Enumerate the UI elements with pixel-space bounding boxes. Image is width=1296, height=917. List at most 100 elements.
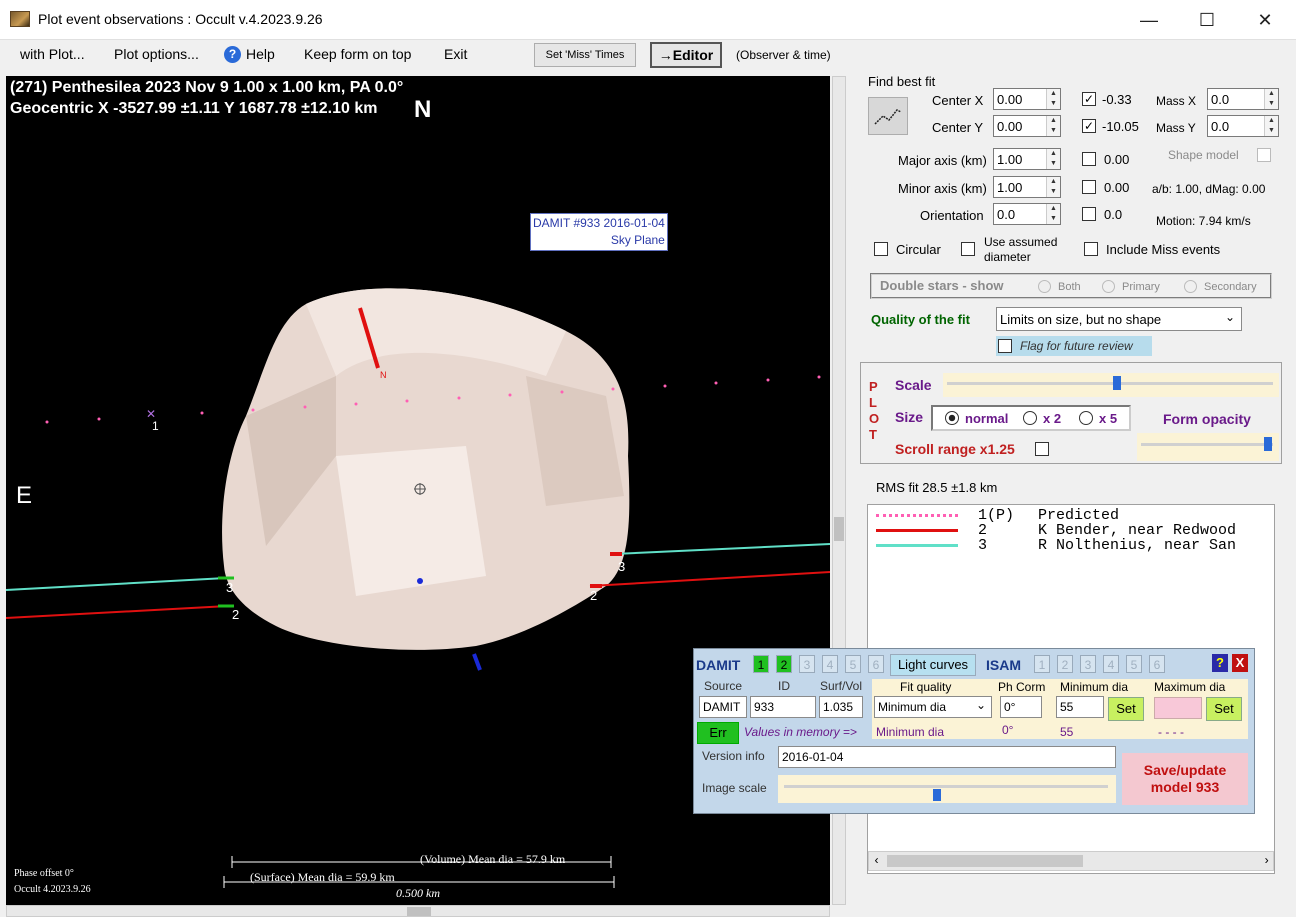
mem-mindia: 55 — [1060, 725, 1074, 739]
mem-phcorr: 0° — [1002, 723, 1014, 737]
isam-model-3-button[interactable]: 3 — [1080, 655, 1096, 673]
chord-2-label-left: 2 — [232, 607, 239, 622]
shape-model-checkbox[interactable] — [1257, 148, 1271, 162]
isam-model-4-button[interactable]: 4 — [1103, 655, 1119, 673]
primary-radio[interactable] — [1102, 280, 1115, 293]
flag-review-checkbox[interactable] — [998, 339, 1012, 353]
fit-quality-select[interactable]: Minimum dia ⌄ — [874, 696, 992, 718]
center-y-checkbox[interactable]: ✓ — [1082, 119, 1096, 133]
minor-axis-label: Minor axis (km) — [898, 181, 987, 196]
include-miss-checkbox[interactable] — [1084, 242, 1098, 256]
scroll-range-checkbox[interactable] — [1035, 442, 1049, 456]
flag-review-group: Flag for future review — [996, 336, 1152, 356]
damit-model-6-button[interactable]: 6 — [868, 655, 884, 673]
size-x2-radio[interactable] — [1023, 411, 1037, 425]
source-field[interactable]: DAMIT — [699, 696, 747, 718]
major-axis-checkbox[interactable] — [1082, 152, 1096, 166]
maxdia-field[interactable] — [1154, 697, 1202, 719]
isam-model-1-button[interactable]: 1 — [1034, 655, 1050, 673]
damit-label-line2: Sky Plane — [610, 233, 665, 247]
editor-button[interactable]: →Editor — [650, 42, 722, 68]
both-radio[interactable] — [1038, 280, 1051, 293]
id-header: ID — [778, 679, 790, 693]
legend-horizontal-scrollbar[interactable]: ‹ › — [868, 851, 1274, 871]
mass-x-input[interactable]: 0.0 ▲ ▼ — [1207, 88, 1279, 110]
id-field[interactable]: 933 — [750, 696, 816, 718]
size-x5-radio[interactable] — [1079, 411, 1093, 425]
fit-quality-header: Fit quality — [900, 680, 952, 694]
center-x-input[interactable]: 0.00 ▲ ▼ — [993, 88, 1061, 110]
version-label: Occult 4.2023.9.26 — [14, 884, 91, 895]
minor-axis-input[interactable]: 1.00 ▲ ▼ — [993, 176, 1061, 198]
menu-keep-on-top[interactable]: Keep form on top — [304, 46, 411, 62]
isam-model-5-button[interactable]: 5 — [1126, 655, 1142, 673]
menu-exit[interactable]: Exit — [444, 46, 467, 62]
minimize-button[interactable]: — — [1120, 0, 1178, 40]
legend-row: 2K Bender, near Redwood — [874, 522, 1274, 539]
scroll-left-icon[interactable]: ‹ — [873, 854, 880, 868]
mass-y-input[interactable]: 0.0 ▲ ▼ — [1207, 115, 1279, 137]
center-y-input[interactable]: 0.00 ▲ ▼ — [993, 115, 1061, 137]
close-button[interactable]: ✕ — [1236, 0, 1294, 40]
damit-model-2-button[interactable]: 2 — [776, 655, 792, 673]
maximize-button[interactable]: ☐ — [1178, 0, 1236, 40]
set-mindia-button[interactable]: Set — [1108, 697, 1144, 721]
menu-help[interactable]: Help — [246, 46, 275, 62]
light-curves-button[interactable]: Light curves — [890, 654, 976, 676]
orientation-checkbox[interactable] — [1082, 207, 1096, 221]
scroll-range-label: Scroll range x1.25 — [895, 441, 1015, 457]
image-scale-slider[interactable] — [778, 775, 1116, 803]
quality-select[interactable]: Limits on size, but no shape ⌄ — [996, 307, 1242, 331]
size-x5-label: x 5 — [1099, 411, 1118, 426]
center-y-residual: -10.05 — [1102, 119, 1139, 134]
scrollbar-thumb[interactable] — [407, 907, 431, 916]
opacity-slider[interactable] — [1137, 433, 1279, 461]
opacity-slider-thumb[interactable] — [1264, 437, 1273, 451]
surfvol-field[interactable]: 1.035 — [819, 696, 863, 718]
major-axis-input[interactable]: 1.00 ▲ ▼ — [993, 148, 1061, 170]
menu-with-plot[interactable]: with Plot... — [20, 46, 85, 62]
orientation-input[interactable]: 0.0 ▲ ▼ — [993, 203, 1061, 225]
maxdia-header: Maximum dia — [1154, 680, 1226, 694]
plot-horizontal-scrollbar[interactable] — [6, 905, 830, 917]
scale-slider[interactable] — [943, 373, 1279, 397]
damit-model-3-button[interactable]: 3 — [799, 655, 815, 673]
damit-model-1-button[interactable]: 1 — [753, 655, 769, 673]
damit-model-5-button[interactable]: 5 — [845, 655, 861, 673]
err-button[interactable]: Err — [697, 722, 739, 744]
scroll-right-icon[interactable]: › — [1263, 854, 1270, 868]
center-x-checkbox[interactable]: ✓ — [1082, 92, 1096, 106]
isam-model-6-button[interactable]: 6 — [1149, 655, 1165, 673]
flag-review-label: Flag for future review — [1020, 339, 1133, 353]
save-update-model-button[interactable]: Save/update model 933 — [1122, 753, 1248, 805]
minor-axis-checkbox[interactable] — [1082, 180, 1096, 194]
scale-slider-thumb[interactable] — [1113, 376, 1122, 390]
image-scale-thumb[interactable] — [933, 789, 942, 801]
circular-checkbox[interactable] — [874, 242, 888, 256]
secondary-radio[interactable] — [1184, 280, 1197, 293]
mindia-field[interactable]: 55 — [1056, 696, 1104, 718]
damit-model-4-button[interactable]: 4 — [822, 655, 838, 673]
mass-y-label: Mass Y — [1156, 121, 1196, 135]
isam-model-2-button[interactable]: 2 — [1057, 655, 1073, 673]
help-button[interactable]: ? — [1212, 654, 1228, 672]
use-assumed-checkbox[interactable] — [961, 242, 975, 256]
app-icon — [10, 11, 30, 27]
size-radio-group: normal x 2 x 5 — [931, 405, 1131, 431]
set-miss-times-button[interactable]: Set 'Miss' Times — [534, 43, 636, 67]
scrollbar-thumb[interactable] — [887, 855, 1083, 867]
observer-time-label[interactable]: (Observer & time) — [736, 48, 831, 62]
fit-chart-icon — [874, 109, 902, 125]
size-normal-radio[interactable] — [945, 411, 959, 425]
find-best-fit-button[interactable] — [868, 97, 908, 135]
menu-plot-options[interactable]: Plot options... — [114, 46, 199, 62]
phcorr-header: Ph Corm — [998, 680, 1046, 694]
help-icon[interactable]: ? — [224, 46, 241, 63]
close-damit-button[interactable]: X — [1232, 654, 1248, 672]
version-info-field[interactable]: 2016-01-04 — [778, 746, 1116, 768]
secondary-label: Secondary — [1204, 281, 1257, 293]
set-maxdia-button[interactable]: Set — [1206, 697, 1242, 721]
phcorr-field[interactable]: 0° — [1000, 696, 1042, 718]
scrollbar-thumb[interactable] — [834, 517, 844, 541]
scale-label: Scale — [895, 377, 932, 393]
